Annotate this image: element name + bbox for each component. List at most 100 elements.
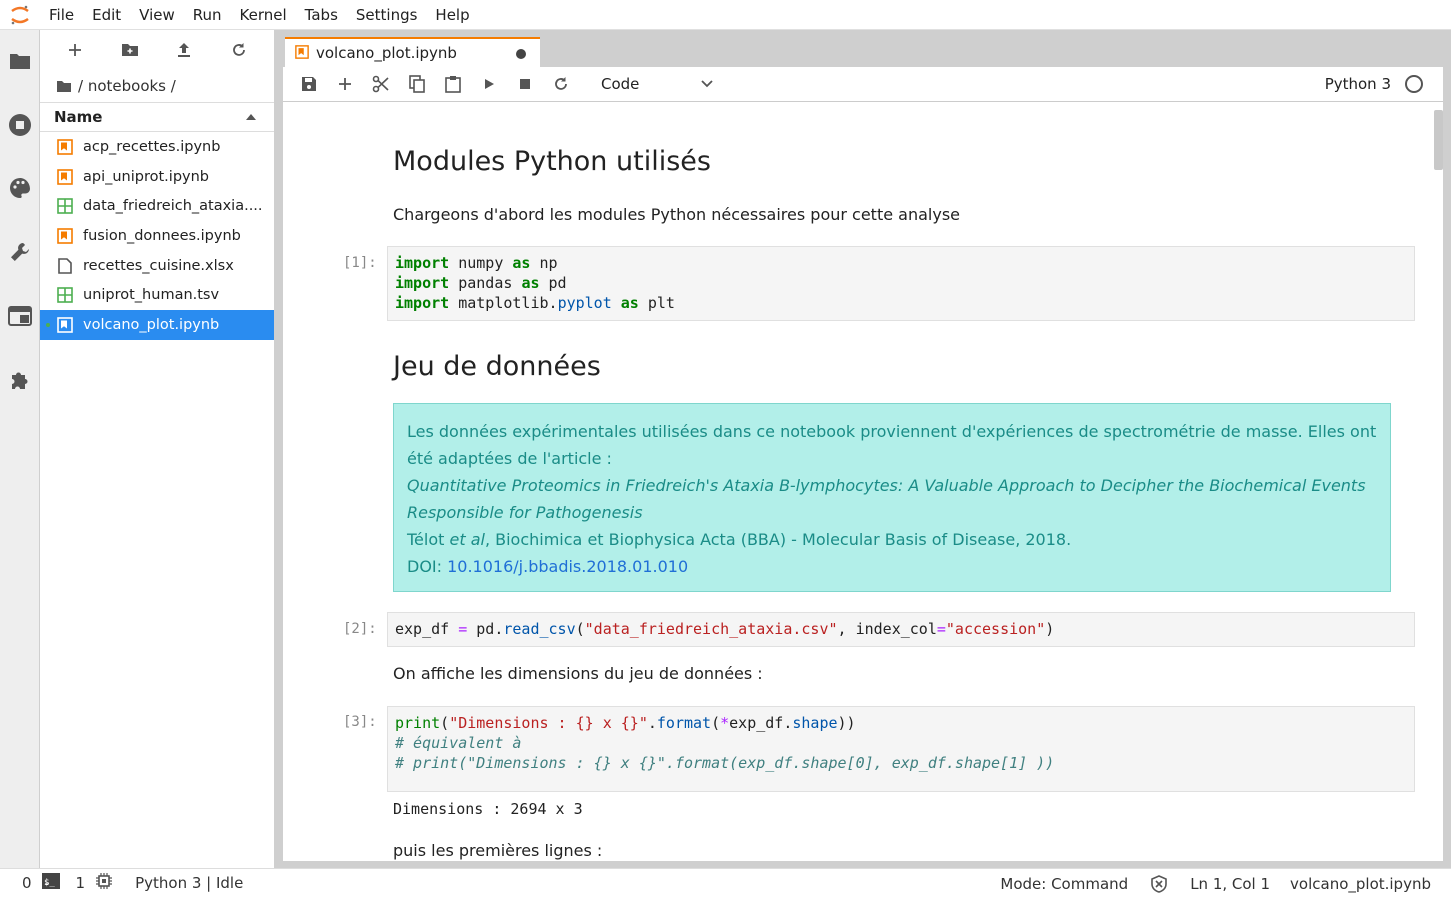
tabs-icon[interactable] [0,296,40,336]
file-name: volcano_plot.ipynb [83,316,220,333]
copy-icon[interactable] [399,69,435,99]
running-indicator [46,323,50,328]
new-launcher-button[interactable] [60,35,90,65]
paste-icon[interactable] [435,69,471,99]
file-item[interactable]: uniprot_human.tsv [40,280,274,310]
file-item[interactable]: api_uniprot.ipynb [40,162,274,192]
file-list: acp_recettes.ipynb api_uniprot.ipynb dat… [40,132,274,340]
code-cell-3[interactable]: print("Dimensions : {} x {}".format(*exp… [387,706,1415,792]
insert-cell-button[interactable] [327,69,363,99]
notebook-icon [56,227,74,245]
folder-icon[interactable] [0,41,40,81]
paragraph-dims: On affiche les dimensions du jeu de donn… [393,664,763,683]
file-item[interactable]: recettes_cuisine.xlsx [40,251,274,281]
file-name: acp_recettes.ipynb [83,138,221,155]
scrollbar-thumb[interactable] [1434,110,1443,170]
panel-splitter[interactable] [274,30,283,868]
menu-bar: File Edit View Run Kernel Tabs Settings … [0,0,1451,30]
cursor-position[interactable]: Ln 1, Col 1 [1190,875,1270,893]
save-button[interactable] [291,69,327,99]
extension-icon[interactable] [0,360,40,400]
article-et-al: et al [449,530,485,549]
file-browser-toolbar [40,30,274,70]
heading-dataset: Jeu de données [393,351,601,382]
file-item-selected[interactable]: volcano_plot.ipynb [40,310,274,340]
breadcrumb-path[interactable]: / notebooks / [78,77,176,95]
menu-view[interactable]: View [130,0,184,30]
code-cell-1[interactable]: import numpy as np import pandas as pd i… [387,246,1415,321]
shield-icon[interactable] [1150,874,1168,893]
svg-text:$_: $_ [44,878,55,888]
new-folder-button[interactable] [115,35,145,65]
terminal-count-value: 0 [22,874,32,892]
menu-tabs[interactable]: Tabs [296,0,347,30]
notebook-icon [295,44,309,63]
activity-bar [0,30,40,868]
menu-file[interactable]: File [40,0,83,30]
cut-icon[interactable] [363,69,399,99]
file-icon [56,257,74,275]
menu-help[interactable]: Help [426,0,478,30]
palette-icon[interactable] [0,168,40,208]
upload-button[interactable] [169,35,199,65]
stop-icon[interactable] [507,69,543,99]
article-doi-line: DOI: 10.1016/j.bbadis.2018.01.010 [407,553,1377,580]
tab-label: volcano_plot.ipynb [316,44,457,62]
cell-prompt: [1]: [343,255,377,271]
running-icon[interactable] [0,105,40,145]
file-name: recettes_cuisine.xlsx [83,257,234,274]
run-icon[interactable] [471,69,507,99]
cell-type-select[interactable]: Code [593,71,713,97]
file-name: api_uniprot.ipynb [83,168,209,185]
table-icon [56,286,74,304]
column-header-name[interactable]: Name [40,102,274,132]
heading-modules: Modules Python utilisés [393,146,711,177]
doi-link[interactable]: 10.1016/j.bbadis.2018.01.010 [447,557,688,576]
code-cell-2[interactable]: exp_df = pd.read_csv("data_friedreich_at… [387,612,1415,647]
doi-label: DOI: [407,557,448,576]
cell-prompt: [2]: [343,621,377,637]
kernel-count[interactable]: 1 [76,872,114,894]
cell-type-value: Code [601,75,640,93]
notebook-toolbar: Code Python 3 [283,67,1443,102]
folder-icon[interactable] [56,80,72,93]
column-header-label: Name [54,108,103,126]
refresh-button[interactable] [224,35,254,65]
file-name: fusion_donnees.ipynb [83,227,241,244]
file-browser: / notebooks / Name acp_recettes.ipynb ap… [40,30,274,868]
info-text: Les données expérimentales utilisées dan… [407,422,1377,468]
kernel-name[interactable]: Python 3 [1325,75,1391,93]
file-item[interactable]: fusion_donnees.ipynb [40,221,274,251]
article-title: Quantitative Proteomics in Friedreich's … [407,476,1366,522]
article-journal: , Biochimica et Biophysica Acta (BBA) - … [484,530,1072,549]
notebook-icon [56,316,74,334]
file-item[interactable]: data_friedreich_ataxia.... [40,191,274,221]
jupyter-logo [0,0,40,30]
table-icon [56,197,74,215]
main-area: volcano_plot.ipynb Code Python 3 Modules… [283,30,1451,868]
tab-volcano-plot[interactable]: volcano_plot.ipynb [285,37,540,67]
notebook-icon [56,138,74,156]
paragraph-modules: Chargeons d'abord les modules Python néc… [393,205,960,224]
menu-run[interactable]: Run [184,0,231,30]
menu-kernel[interactable]: Kernel [231,0,296,30]
current-filename: volcano_plot.ipynb [1290,874,1431,893]
terminal-count[interactable]: 0 $_ [22,873,60,893]
sort-caret-icon [246,114,256,120]
file-name: uniprot_human.tsv [83,287,220,304]
notebook-panel: Modules Python utilisés Chargeons d'abor… [283,102,1443,861]
file-item[interactable]: acp_recettes.ipynb [40,132,274,162]
mode-indicator[interactable]: Mode: Command [1000,875,1128,893]
chip-icon [95,872,113,894]
menu-edit[interactable]: Edit [83,0,130,30]
status-bar: 0 $_ 1 Python 3 | Idle Mode: Command Ln … [0,868,1451,897]
unsaved-indicator[interactable] [516,49,526,59]
restart-icon[interactable] [543,69,579,99]
chevron-down-icon [701,80,713,88]
menu-settings[interactable]: Settings [347,0,427,30]
tab-bar: volcano_plot.ipynb [283,30,1451,67]
kernel-status[interactable]: Python 3 | Idle [135,874,243,892]
wrench-icon[interactable] [0,232,40,272]
file-name: data_friedreich_ataxia.... [83,198,263,215]
paragraph-first-lines: puis les premières lignes : [393,841,603,860]
